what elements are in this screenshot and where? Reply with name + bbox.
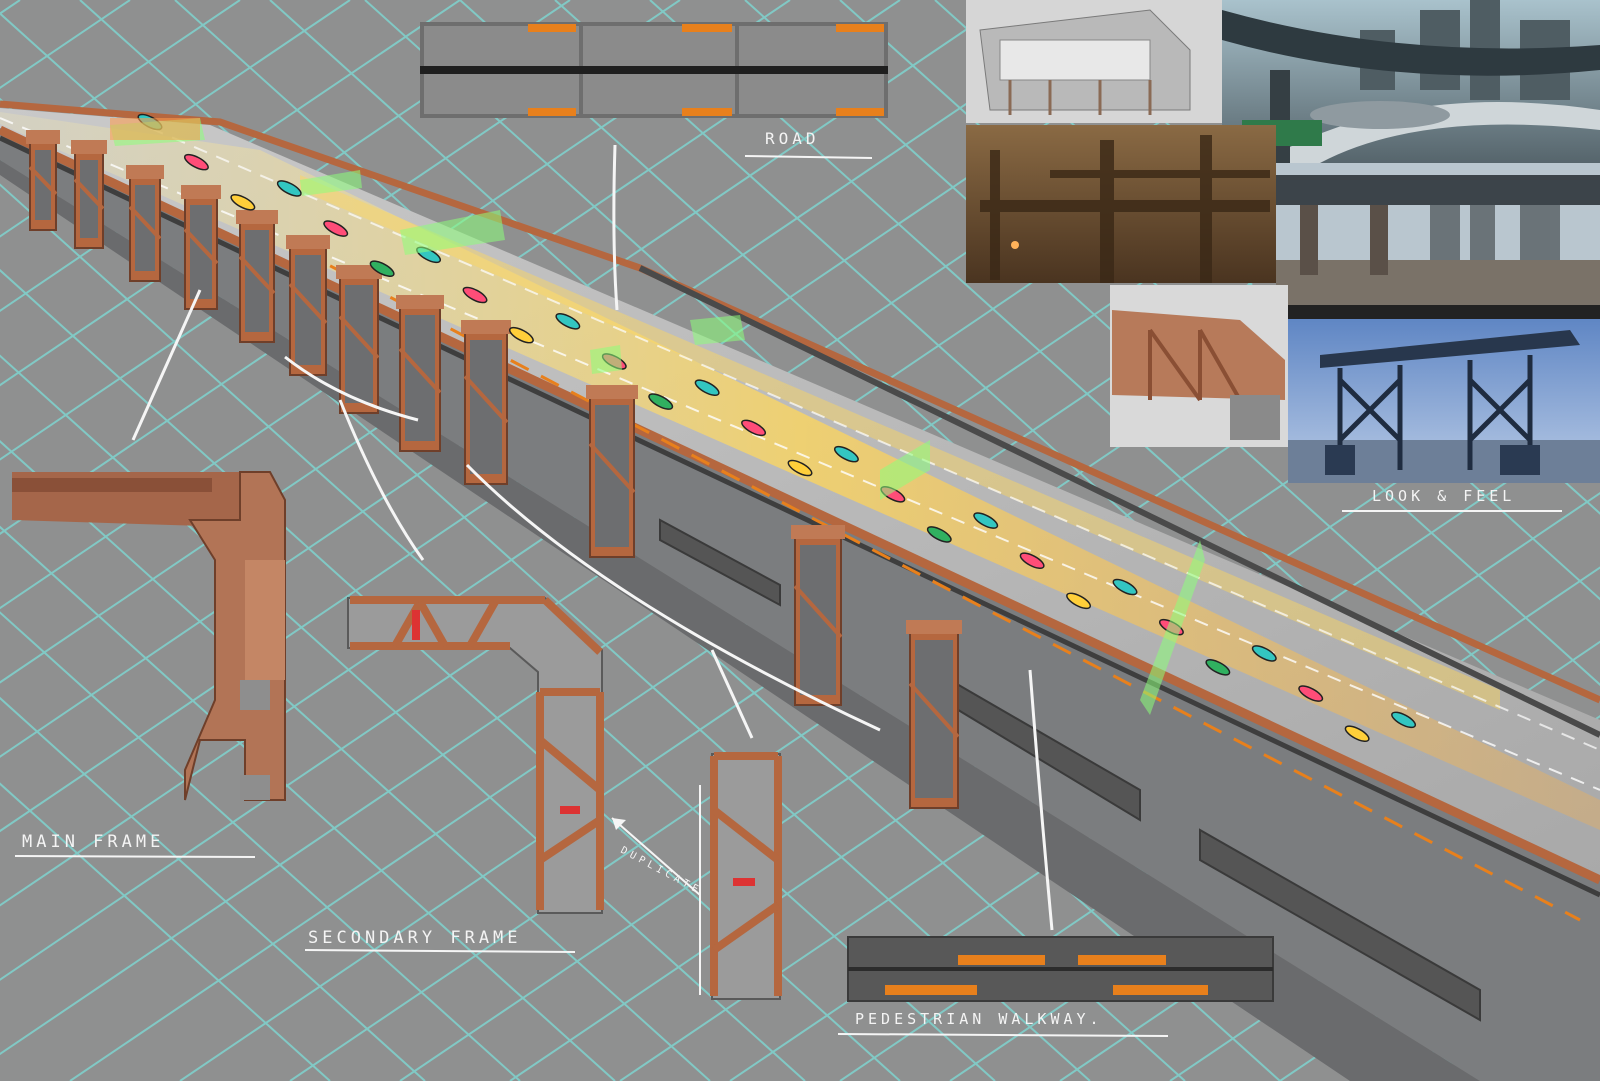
pillar xyxy=(461,320,511,485)
main-frame-label: MAIN FRAME xyxy=(22,832,164,852)
ref-overpass-city xyxy=(1276,163,1600,319)
pillar xyxy=(26,130,60,231)
pillar xyxy=(906,620,962,809)
pillar xyxy=(126,165,164,282)
pillar xyxy=(286,235,330,376)
pillar xyxy=(586,385,638,558)
pillar xyxy=(236,210,278,343)
concept-art-canvas: ROAD MAIN FRAME SECONDARY FRAME DUPLICAT… xyxy=(0,0,1600,1081)
ref-bridge-module-closeup xyxy=(1110,285,1288,447)
road-label: ROAD xyxy=(765,129,820,148)
ref-industrial-painting xyxy=(966,125,1276,283)
pillar xyxy=(791,525,845,706)
pillar xyxy=(71,140,107,249)
secondary-frame-label: SECONDARY FRAME xyxy=(308,928,522,948)
ref-highway-city xyxy=(1222,0,1600,163)
ref-structure-render xyxy=(966,0,1222,123)
billboard-orange xyxy=(110,118,200,140)
pillar xyxy=(396,295,444,452)
look-and-feel-label: LOOK & FEEL xyxy=(1372,487,1515,505)
pillar xyxy=(181,185,221,310)
pedestrian-walkway-label: PEDESTRIAN WALKWAY. xyxy=(855,1010,1103,1028)
pillar xyxy=(336,265,382,414)
ref-blue-pier xyxy=(1288,319,1600,483)
duplicate-pillar-part xyxy=(699,752,782,1000)
